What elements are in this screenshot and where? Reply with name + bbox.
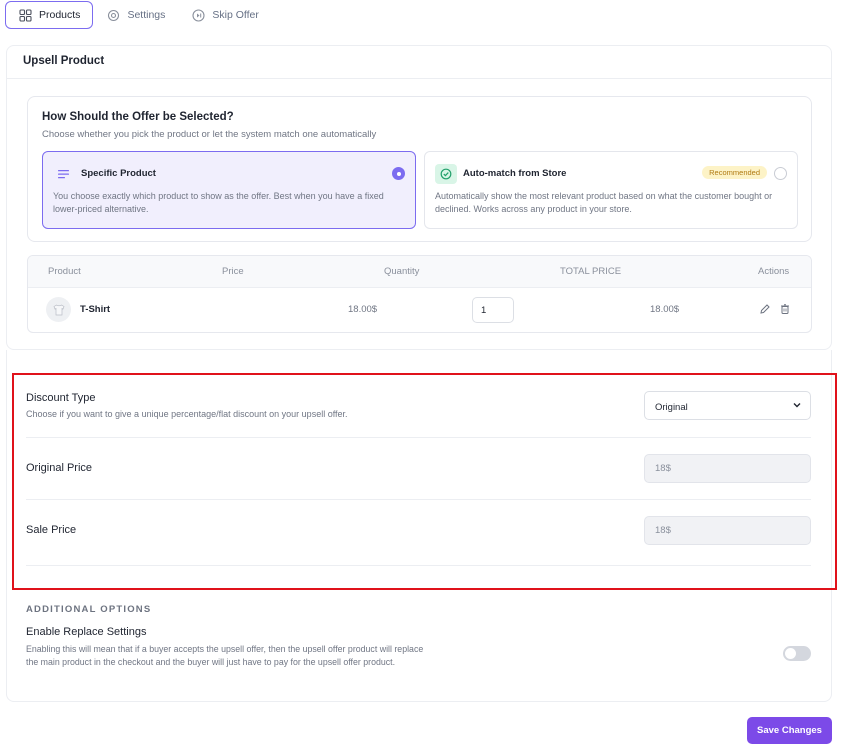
product-total: 18.00$: [650, 304, 680, 315]
option-description: You choose exactly which product to show…: [53, 191, 384, 214]
additional-options-heading: ADDITIONAL OPTIONS: [26, 604, 152, 615]
offer-selection-box: How Should the Offer be Selected? Choose…: [27, 96, 812, 242]
selection-subtitle: Choose whether you pick the product or l…: [42, 129, 377, 140]
col-quantity: Quantity: [384, 266, 420, 277]
product-price: 18.00$: [348, 304, 378, 315]
col-total-price: TOTAL PRICE: [560, 266, 622, 277]
table-header: Product Price Quantity TOTAL PRICE Actio…: [28, 256, 811, 288]
replace-settings-toggle[interactable]: [783, 646, 811, 661]
tab-skip-offer-label: Skip Offer: [212, 9, 259, 21]
tab-settings[interactable]: Settings: [93, 1, 178, 29]
table-row: T-Shirt 18.00$ 18.00$: [28, 288, 811, 332]
trash-icon[interactable]: [778, 302, 792, 316]
replace-settings-title: Enable Replace Settings: [26, 626, 147, 638]
option-specific-product[interactable]: Specific Product You choose exactly whic…: [42, 151, 416, 229]
top-tabs: Products Settings Skip Offer: [5, 1, 272, 29]
option-title: Specific Product: [81, 168, 156, 179]
recommended-badge: Recommended: [702, 166, 767, 179]
upsell-product-card: Upsell Product How Should the Offer be S…: [6, 45, 832, 350]
col-actions: Actions: [758, 266, 790, 277]
grid-icon: [18, 8, 32, 22]
radio-unselected[interactable]: [774, 167, 787, 180]
tab-skip-offer[interactable]: Skip Offer: [178, 1, 272, 29]
col-product: Product: [48, 266, 81, 277]
list-icon: [53, 164, 75, 184]
replace-settings-description: Enabling this will mean that if a buyer …: [26, 644, 424, 667]
selection-title: How Should the Offer be Selected?: [42, 111, 234, 123]
check-circle-icon: [435, 164, 457, 184]
tab-products-label: Products: [39, 9, 81, 21]
quantity-input[interactable]: [472, 297, 514, 323]
tab-products[interactable]: Products: [5, 1, 94, 29]
edit-icon[interactable]: [758, 302, 772, 316]
highlight-box: [12, 373, 837, 590]
toggle-knob: [785, 648, 796, 659]
tshirt-thumbnail-icon: [46, 297, 71, 322]
radio-selected[interactable]: [392, 167, 405, 180]
skip-icon: [191, 8, 205, 22]
save-changes-button[interactable]: Save Changes: [747, 717, 832, 744]
option-description: Automatically show the most relevant pro…: [435, 191, 773, 214]
option-title: Auto-match from Store: [463, 168, 567, 179]
tab-settings-label: Settings: [127, 9, 166, 21]
gear-icon: [106, 8, 120, 22]
product-name: T-Shirt: [80, 304, 111, 315]
product-table: Product Price Quantity TOTAL PRICE Actio…: [27, 255, 812, 333]
col-price: Price: [222, 266, 244, 277]
option-auto-match[interactable]: Auto-match from Store Recommended Automa…: [424, 151, 798, 229]
card-title: Upsell Product: [7, 46, 831, 79]
